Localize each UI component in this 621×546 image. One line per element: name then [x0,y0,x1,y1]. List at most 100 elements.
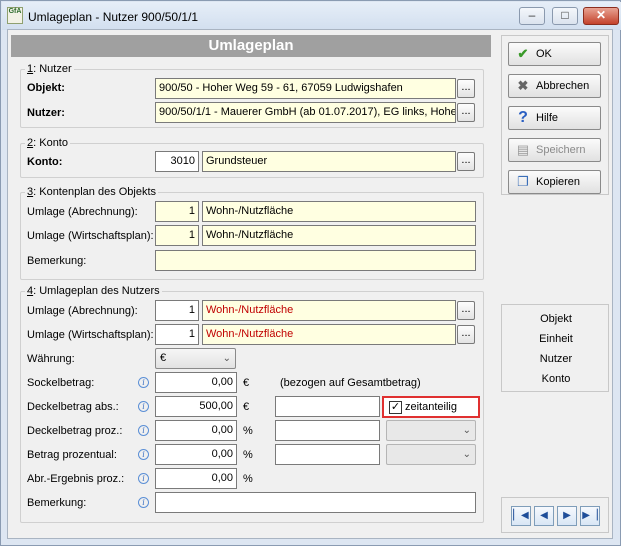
chevron-down-icon: ⌄ [222,353,231,364]
next-record-icon[interactable]: ▶ [557,506,577,526]
title-bar[interactable]: GfA Umlageplan - Nutzer 900/50/1/1 – □ ✕ [2,2,621,30]
zeitanteilig-highlight: ✓ zeitanteilig [382,396,480,418]
kp-bemerkung-field[interactable] [155,250,476,271]
kp-umlage-wp-label: Umlage (Wirtschaftsplan): [27,230,154,242]
objekt-ellipsis-button[interactable]: ... [457,79,475,98]
kp-bemerkung-label: Bemerkung: [27,255,87,267]
nutzer-field[interactable]: 900/50/1/1 - Mauerer GmbH (ab 01.07.2017… [155,102,456,123]
zeitanteilig-checkbox[interactable]: ✓ [389,401,402,414]
zeitanteilig-label[interactable]: zeitanteilig [405,401,457,413]
nav-links-panel: Objekt Einheit Nutzer Konto [501,304,609,392]
nav-link-nutzer[interactable]: Nutzer [502,353,610,365]
hilfe-label: Hilfe [536,112,559,124]
konto-number-field[interactable]: 3010 [155,151,199,172]
konto-ellipsis-button[interactable]: ... [457,152,475,171]
abr-ergebnis-field[interactable]: 0,00 [155,468,237,489]
previous-record-icon[interactable]: ◀ [534,506,554,526]
record-navigator: ▏◀ ◀ ▶ ▶▕ [501,497,609,533]
betrag-proz-extra-field[interactable] [275,444,380,465]
nav-link-einheit[interactable]: Einheit [502,333,610,345]
kopieren-label: Kopieren [536,176,581,188]
help-icon: ? [518,109,528,126]
page-title: Umlageplan [11,35,491,57]
betrag-proz-label: Betrag prozentual: [27,449,117,461]
up-umlage-wp-label: Umlage (Wirtschaftsplan): [27,329,154,341]
deckel-abs-field[interactable]: 500,00 [155,396,237,417]
waehrung-label: Währung: [27,353,75,365]
abr-ergebnis-label: Abr.-Ergebnis proz.: [27,473,125,485]
speichern-label: Speichern [536,144,586,156]
sockel-unit: € [243,377,250,389]
sockel-field[interactable]: 0,00 [155,372,237,393]
hilfe-button[interactable]: ? Hilfe [508,106,601,130]
bemerkung-info-icon[interactable]: i [138,497,149,508]
ok-button[interactable]: ✔ OK [508,42,601,66]
first-record-icon[interactable]: ▏◀ [511,506,531,526]
deckel-proz-extra-field[interactable] [275,420,380,441]
umlageplan-group-title: 4: Umlageplan des Nutzers [25,285,162,297]
abbrechen-button[interactable]: ✖ Abbrechen [508,74,601,98]
nav-link-konto[interactable]: Konto [502,373,610,385]
up-bemerkung-field[interactable] [155,492,476,513]
deckel-abs-extra-field[interactable] [275,396,380,417]
window-title: Umlageplan - Nutzer 900/50/1/1 [28,10,199,24]
kp-umlage-wp-text[interactable]: Wohn-/Nutzfläche [202,225,476,246]
cancel-x-icon: ✖ [517,78,529,93]
deckel-proz-unit: % [243,425,253,437]
deckel-proz-label: Deckelbetrag proz.: [27,425,123,437]
chevron-down-icon: ⌄ [462,449,471,460]
abbrechen-label: Abbrechen [536,80,590,92]
sockel-label: Sockelbetrag: [27,377,95,389]
nutzer-label: Nutzer: [27,107,65,119]
last-record-icon[interactable]: ▶▕ [580,506,600,526]
up-umlage-abr-ellipsis-button[interactable]: ... [457,301,475,320]
abr-ergebnis-info-icon[interactable]: i [138,473,149,484]
deckel-abs-label: Deckelbetrag abs.: [27,401,119,413]
copy-icon: ❐ [517,174,529,189]
deckel-proz-field[interactable]: 0,00 [155,420,237,441]
up-umlage-abr-text[interactable]: Wohn-/Nutzfläche [202,300,456,321]
deckel-abs-unit: € [243,401,250,413]
betrag-proz-field[interactable]: 0,00 [155,444,237,465]
checkmark-icon: ✔ [517,46,529,61]
deckel-abs-info-icon[interactable]: i [138,401,149,412]
save-disk-icon: ▤ [516,142,530,157]
ok-label: OK [536,48,552,60]
betrag-proz-unit: % [243,449,253,461]
nav-link-objekt[interactable]: Objekt [502,313,610,325]
up-umlage-wp-text[interactable]: Wohn-/Nutzfläche [202,324,456,345]
maximize-button[interactable]: □ [552,7,578,25]
deckel-proz-select[interactable]: ⌄ [386,420,476,441]
betrag-proz-info-icon[interactable]: i [138,449,149,460]
konto-group-title: 2: Konto [25,137,70,149]
up-umlage-abr-label: Umlage (Abrechnung): [27,305,138,317]
up-bemerkung-label: Bemerkung: [27,497,87,509]
nutzer-group-title: 1: Nutzer [25,63,74,75]
kp-umlage-abr-text[interactable]: Wohn-/Nutzfläche [202,201,476,222]
abr-ergebnis-unit: % [243,473,253,485]
konto-label: Konto: [27,156,63,168]
deckel-proz-info-icon[interactable]: i [138,425,149,436]
konto-name-field[interactable]: Grundsteuer [202,151,456,172]
speichern-button[interactable]: ▤ Speichern [508,138,601,162]
objekt-label: Objekt: [27,82,65,94]
kp-umlage-abr-label: Umlage (Abrechnung): [27,206,138,218]
kp-umlage-wp-number[interactable]: 1 [155,225,199,246]
sockel-note: (bezogen auf Gesamtbetrag) [280,377,421,389]
waehrung-select[interactable]: € ⌄ [155,348,236,369]
app-icon: GfA [7,7,23,24]
kontenplan-group-title: 3: Kontenplan des Objekts [25,186,159,198]
up-umlage-wp-ellipsis-button[interactable]: ... [457,325,475,344]
up-umlage-wp-number[interactable]: 1 [155,324,199,345]
objekt-field[interactable]: 900/50 - Hoher Weg 59 - 61, 67059 Ludwig… [155,78,456,99]
kopieren-button[interactable]: ❐ Kopieren [508,170,601,194]
up-umlage-abr-number[interactable]: 1 [155,300,199,321]
close-button[interactable]: ✕ [583,7,619,25]
betrag-proz-select[interactable]: ⌄ [386,444,476,465]
kp-umlage-abr-number[interactable]: 1 [155,201,199,222]
sockel-info-icon[interactable]: i [138,377,149,388]
chevron-down-icon: ⌄ [462,425,471,436]
nutzer-ellipsis-button[interactable]: ... [457,103,475,122]
minimize-button[interactable]: – [519,7,545,25]
waehrung-value: € [160,352,167,364]
